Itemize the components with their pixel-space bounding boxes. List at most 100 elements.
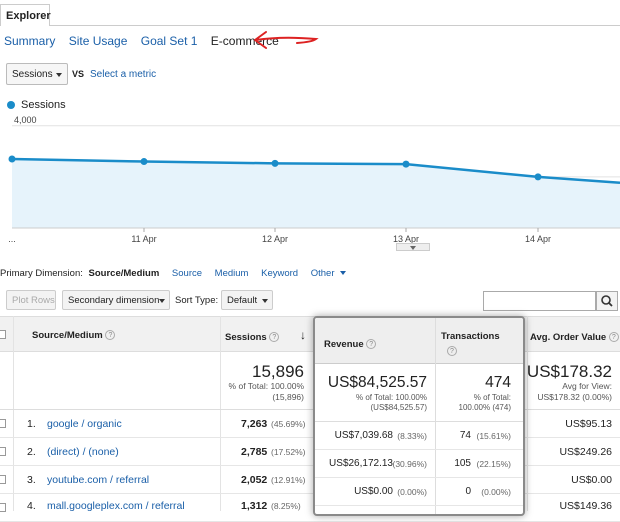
row-transactions-pct: (22.15%)	[476, 459, 512, 469]
sort-type-label: Sort Type:	[175, 295, 219, 306]
row-sessions: 2,052	[241, 474, 268, 486]
row-sessions-pct: (45.69%)	[271, 419, 306, 429]
total-transactions-pct: % of Total:	[473, 393, 511, 402]
row-checkbox[interactable]	[0, 419, 6, 428]
data-point	[402, 160, 410, 168]
help-icon[interactable]: ?	[105, 330, 116, 341]
area-fill	[12, 159, 620, 228]
vs-label: VS	[72, 69, 85, 79]
primary-dimension-active[interactable]: Source/Medium	[89, 268, 160, 279]
sort-type-select[interactable]: Default	[221, 290, 273, 310]
row-number: 1.	[27, 418, 36, 430]
help-icon[interactable]: ?	[608, 332, 619, 343]
help-icon[interactable]: ?	[366, 339, 377, 350]
legend-label: Sessions	[21, 99, 66, 111]
subtab-goal-set[interactable]: Goal Set 1	[141, 34, 198, 48]
sort-arrow-icon[interactable]: ↓	[300, 328, 306, 342]
legend-dot	[7, 101, 15, 109]
total-sessions-of: (15,896)	[272, 392, 304, 402]
primary-dimension-keyword[interactable]: Keyword	[261, 268, 298, 279]
col-revenue[interactable]: Revenue ?	[324, 339, 377, 350]
panel-row: US$7,039.68 (8.33%) 74 (15.61%)	[315, 422, 523, 450]
row-transactions-pct: (15.61%)	[476, 431, 512, 441]
row-checkbox[interactable]	[0, 475, 6, 484]
tab-explorer[interactable]: Explorer	[0, 4, 51, 26]
row-revenue: US$0.00	[354, 486, 393, 497]
chevron-down-icon	[340, 271, 347, 276]
data-point	[140, 158, 148, 166]
plot-rows-button[interactable]: Plot Rows	[6, 290, 56, 310]
help-icon[interactable]: ?	[447, 346, 457, 356]
total-aov-of: US$178.32 (0.00%)	[537, 392, 612, 402]
primary-dimension-source[interactable]: Source	[172, 268, 202, 279]
row-source-link[interactable]: google / organic	[47, 418, 122, 430]
primary-dimension-label: Primary Dimension:	[0, 268, 83, 279]
help-icon[interactable]: ?	[269, 332, 280, 343]
secondary-dimension-select[interactable]: Secondary dimension	[62, 290, 170, 310]
row-source-link[interactable]: (direct) / (none)	[47, 446, 119, 458]
subtab-summary[interactable]: Summary	[4, 34, 55, 48]
data-point	[534, 173, 542, 181]
table-search-input[interactable]	[483, 291, 596, 311]
total-revenue-of: (US$84,525.57)	[370, 403, 427, 412]
data-point	[8, 155, 16, 163]
total-aov-pct: Avg for View:	[562, 381, 612, 391]
primary-dimension-medium[interactable]: Medium	[215, 268, 249, 279]
panel-row: US$26,172.13 (30.96%) 105 (22.15%)	[315, 450, 523, 478]
col-source-medium[interactable]: Source/Medium ?	[32, 330, 116, 341]
subtab-site-usage[interactable]: Site Usage	[69, 34, 128, 48]
row-sessions: 2,785	[241, 446, 268, 458]
row-aov: US$249.26	[559, 446, 612, 458]
chevron-down-icon	[262, 299, 268, 303]
y-tick-label: 4,000	[14, 115, 37, 125]
row-transactions-pct: (0.00%)	[481, 487, 511, 497]
col-sessions[interactable]: Sessions ?	[225, 332, 280, 343]
totals-row: 15,896 % of Total: 100.00% (15,896) US$1…	[0, 352, 620, 410]
row-transactions: 74	[459, 430, 471, 441]
chevron-down-icon	[410, 246, 416, 250]
total-transactions-of: 100.00% (474)	[458, 403, 511, 412]
row-sessions: 1,312	[241, 500, 268, 512]
total-sessions: 15,896	[252, 362, 304, 381]
row-revenue: US$26,172.13	[329, 458, 393, 469]
metric-select-value: Sessions	[12, 69, 53, 80]
col-avg-order-value[interactable]: Avg. Order Value ?	[530, 332, 619, 343]
table-row: 1. google / organic 7,263 (45.69%) US$95…	[0, 410, 620, 438]
primary-dimension-bar: Primary Dimension: Source/Medium Source …	[0, 268, 356, 279]
panel-totals: US$84,525.57 % of Total: 100.00% (US$84,…	[315, 364, 523, 422]
ecommerce-highlight-panel: Revenue ? Transactions ? US$84,525.57 % …	[313, 316, 525, 516]
total-transactions: 474	[485, 374, 511, 391]
row-aov: US$95.13	[565, 418, 612, 430]
row-source-link[interactable]: youtube.com / referral	[47, 474, 149, 486]
data-point	[271, 159, 279, 167]
panel-header: Revenue ? Transactions ?	[315, 318, 523, 364]
row-number: 2.	[27, 446, 36, 458]
chevron-down-icon	[159, 299, 165, 303]
select-all-checkbox[interactable]	[0, 330, 6, 339]
row-revenue-pct: (30.96%)	[392, 459, 428, 469]
chart-collapse-handle[interactable]	[396, 243, 430, 251]
row-checkbox[interactable]	[0, 447, 6, 456]
row-source-link[interactable]: mall.googleplex.com / referral	[47, 500, 185, 512]
total-sessions-pct: % of Total: 100.00%	[228, 381, 304, 391]
primary-dimension-other[interactable]: Other	[311, 268, 335, 279]
explorer-subtabs: Summary Site Usage Goal Set 1 E-commerce	[4, 34, 289, 48]
secondary-dimension-label: Secondary dimension	[68, 295, 160, 306]
x-tick-label: 12 Apr	[262, 234, 288, 244]
red-arrow-annotation	[254, 31, 319, 49]
row-aov: US$0.00	[571, 474, 612, 486]
select-metric-link[interactable]: Select a metric	[90, 69, 156, 80]
metric-select[interactable]: Sessions	[6, 63, 68, 85]
tab-divider	[50, 25, 620, 26]
panel-row: US$0.00 (0.00%) 0 (0.00%)	[315, 478, 523, 506]
row-sessions-pct: (17.52%)	[271, 447, 306, 457]
x-tick-label: 14 Apr	[525, 234, 551, 244]
row-sessions: 7,263	[241, 418, 268, 430]
row-revenue-pct: (0.00%)	[397, 487, 427, 497]
search-button[interactable]	[596, 291, 618, 311]
row-transactions: 0	[465, 486, 471, 497]
x-tick-label: ...	[8, 234, 16, 244]
col-transactions[interactable]: Transactions	[441, 331, 500, 342]
table-row: 2. (direct) / (none) 2,785 (17.52%) US$2…	[0, 438, 620, 466]
search-icon	[601, 295, 613, 307]
